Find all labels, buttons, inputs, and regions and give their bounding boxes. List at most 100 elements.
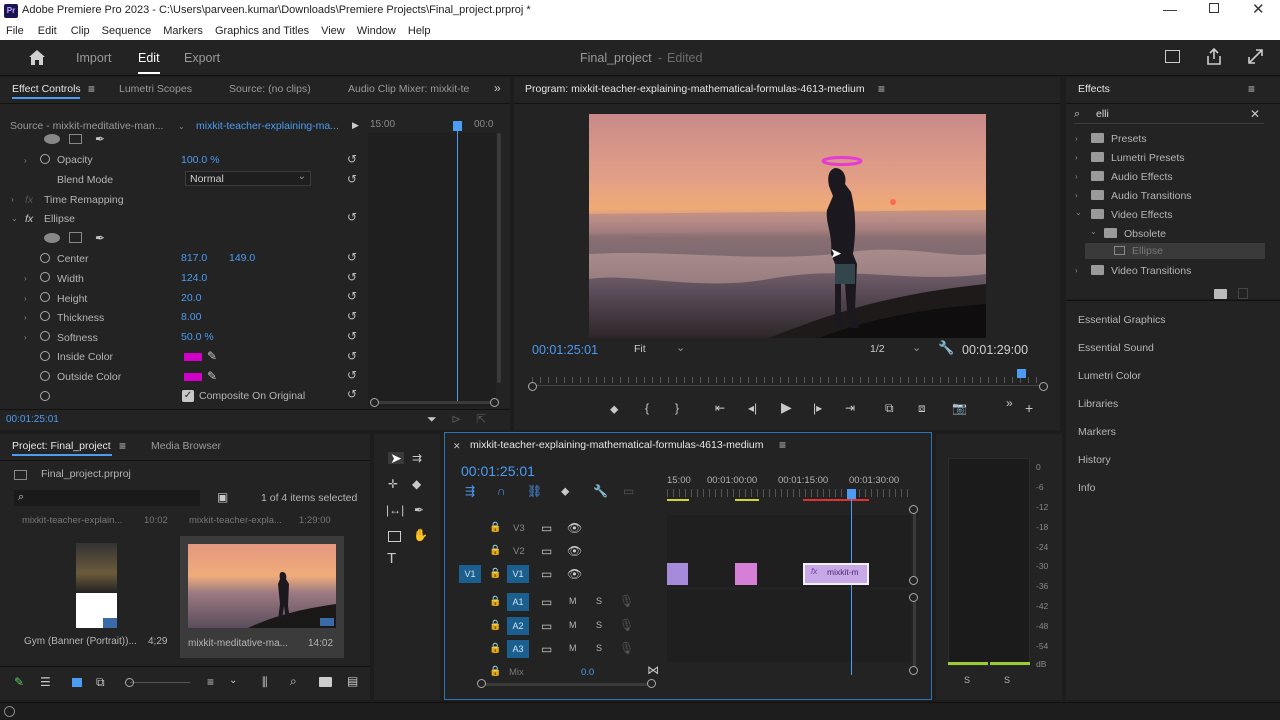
expand-softness-icon[interactable]: › xyxy=(24,333,27,342)
tab-effect-controls[interactable]: Effect Controls xyxy=(12,83,81,95)
sync-lock-icon[interactable]: ▭ xyxy=(541,568,552,580)
ec-zoom-handle-right[interactable] xyxy=(490,398,499,407)
stopwatch-icon[interactable] xyxy=(40,331,50,341)
track-target-a1[interactable]: A1 xyxy=(507,593,529,611)
v-scroll-handle[interactable] xyxy=(909,505,918,514)
mark-out-icon[interactable]: } xyxy=(675,402,679,414)
list-view-icon[interactable]: ☰ xyxy=(40,676,51,688)
reset-ellipse-icon[interactable]: ↺ xyxy=(347,210,357,224)
project-item-meditative[interactable]: mixkit-meditative-ma... 14:02 xyxy=(180,536,344,658)
mic-icon[interactable]: 🎙 xyxy=(619,595,634,607)
program-scrubber[interactable] xyxy=(532,377,1044,383)
panel-menu-icon[interactable]: ≡ xyxy=(119,440,126,452)
home-icon[interactable] xyxy=(28,49,46,66)
rectangle-mask-icon[interactable] xyxy=(69,232,82,243)
expand-width-icon[interactable]: › xyxy=(24,274,27,283)
sort-icon[interactable]: ≡ xyxy=(207,676,214,688)
stopwatch-icon[interactable] xyxy=(40,371,50,381)
reset-blend-icon[interactable]: ↺ xyxy=(347,172,357,186)
play-icon[interactable]: ▶ xyxy=(781,400,792,414)
stopwatch-icon[interactable] xyxy=(40,292,50,302)
timeline-settings-icon[interactable]: 🔧 xyxy=(593,485,608,497)
lock-icon[interactable]: 🔒 xyxy=(489,620,501,632)
find-icon[interactable]: ⌕ xyxy=(290,675,297,687)
sync-lock-icon[interactable]: ▭ xyxy=(541,620,552,632)
video-vertical-scrollbar[interactable] xyxy=(913,509,916,581)
sync-lock-icon[interactable]: ▭ xyxy=(541,545,552,557)
ripple-edit-icon[interactable]: ✛ xyxy=(388,478,398,490)
button-editor-icon[interactable]: + xyxy=(1025,401,1033,415)
video-frame[interactable] xyxy=(589,114,986,338)
center-x-value[interactable]: 817.0 xyxy=(181,252,207,264)
collapse-video-effects-icon[interactable]: ⌄ xyxy=(1075,208,1082,217)
timeline-playhead-handle[interactable] xyxy=(847,489,856,499)
program-monitor-title[interactable]: Program: mixkit-teacher-explaining-mathe… xyxy=(525,83,865,95)
tab-media-browser[interactable]: Media Browser xyxy=(151,440,221,452)
panel-menu-icon[interactable]: ≡ xyxy=(1248,83,1255,95)
new-bin-icon[interactable] xyxy=(319,677,332,687)
captions-icon[interactable]: ▭ xyxy=(623,485,634,497)
add-marker-icon[interactable]: ⬥ xyxy=(610,403,618,415)
tree-video-effects[interactable]: Video Effects xyxy=(1111,209,1173,221)
scrubber-handle-left[interactable] xyxy=(528,382,537,391)
edit-tab[interactable]: Edit xyxy=(138,51,160,65)
rectangle-tool-icon[interactable] xyxy=(388,531,401,542)
program-current-time[interactable]: 00:01:25:01 xyxy=(532,343,598,357)
eyedropper-icon[interactable]: ✎ xyxy=(207,370,217,382)
tab-lumetri-scopes[interactable]: Lumetri Scopes xyxy=(119,83,192,95)
history-link[interactable]: History xyxy=(1078,454,1111,466)
solo-left-button[interactable]: S xyxy=(964,675,970,685)
rectangle-mask-icon[interactable] xyxy=(69,134,82,144)
sync-lock-icon[interactable]: ▭ xyxy=(541,596,552,608)
add-marker-icon[interactable]: ⬥ xyxy=(561,485,569,497)
opacity-value[interactable]: 100.0 % xyxy=(181,154,220,166)
source-patch-v1[interactable]: V1 xyxy=(459,565,481,583)
tree-lumetri-presets[interactable]: Lumetri Presets xyxy=(1111,152,1185,164)
expand-presets-icon[interactable]: › xyxy=(1075,134,1078,143)
reset-softness-icon[interactable]: ↺ xyxy=(347,329,357,343)
automate-icon[interactable]: ⫼ xyxy=(262,676,268,688)
reset-composite-icon[interactable]: ↺ xyxy=(347,387,357,401)
expand-thickness-icon[interactable]: › xyxy=(24,313,27,322)
resolution-dropdown[interactable]: 1/2 ⌄ xyxy=(870,342,922,357)
ec-playhead-handle[interactable] xyxy=(453,121,462,131)
mute-button[interactable]: M xyxy=(569,643,577,653)
expand-lumetri-presets-icon[interactable]: › xyxy=(1075,153,1078,162)
wrench-icon[interactable]: 🔧 xyxy=(938,341,954,354)
selection-tool-icon[interactable]: ➤ xyxy=(388,451,404,465)
lock-icon[interactable]: 🔒 xyxy=(489,643,501,655)
pen-mask-icon[interactable]: ✒ xyxy=(95,133,105,145)
expand-opacity-icon[interactable]: › xyxy=(24,156,27,165)
snap-icon[interactable]: ∩ xyxy=(497,485,506,497)
info-link[interactable]: Info xyxy=(1078,482,1096,494)
close-tab-icon[interactable]: ✕ xyxy=(453,440,461,452)
new-item-icon[interactable]: ▤ xyxy=(347,675,358,687)
h-scroll-handle-left[interactable] xyxy=(477,679,486,688)
eye-icon[interactable]: 👁 xyxy=(567,568,582,580)
more-controls-icon[interactable]: » xyxy=(1006,397,1013,409)
inside-color-swatch[interactable] xyxy=(184,353,202,361)
step-back-icon[interactable]: ◂| xyxy=(748,402,757,414)
reset-thickness-icon[interactable]: ↺ xyxy=(347,309,357,323)
v-scroll-handle[interactable] xyxy=(909,576,918,585)
ellipse-mask-icon[interactable] xyxy=(44,233,60,243)
project-item-gym-banner[interactable]: Gym (Banner (Portrait))... 4;29 xyxy=(14,534,174,658)
fx-badge[interactable]: fx xyxy=(25,213,33,225)
share-icon[interactable] xyxy=(1206,48,1222,65)
program-playhead[interactable] xyxy=(1017,369,1026,378)
tree-ellipse[interactable]: Ellipse xyxy=(1132,245,1163,257)
new-bin-icon[interactable] xyxy=(1214,289,1227,299)
mark-in-icon[interactable]: { xyxy=(645,402,649,414)
source-dropdown[interactable]: Source - mixkit-meditative-man... xyxy=(10,120,163,132)
h-scroll-handle-right[interactable] xyxy=(647,679,656,688)
eye-icon[interactable]: 👁 xyxy=(567,522,582,534)
expand-height-icon[interactable]: › xyxy=(24,294,27,303)
maximize-button[interactable] xyxy=(1209,3,1219,13)
expand-audio-effects-icon[interactable]: › xyxy=(1075,172,1078,181)
freeform-view-icon[interactable]: ⧉ xyxy=(96,676,105,688)
effects-search-input[interactable]: elli xyxy=(1096,108,1109,120)
expand-audio-transitions-icon[interactable]: › xyxy=(1075,191,1078,200)
close-button[interactable]: ✕ xyxy=(1252,0,1265,18)
essential-graphics-link[interactable]: Essential Graphics xyxy=(1078,314,1166,326)
delete-icon[interactable] xyxy=(1238,288,1248,299)
